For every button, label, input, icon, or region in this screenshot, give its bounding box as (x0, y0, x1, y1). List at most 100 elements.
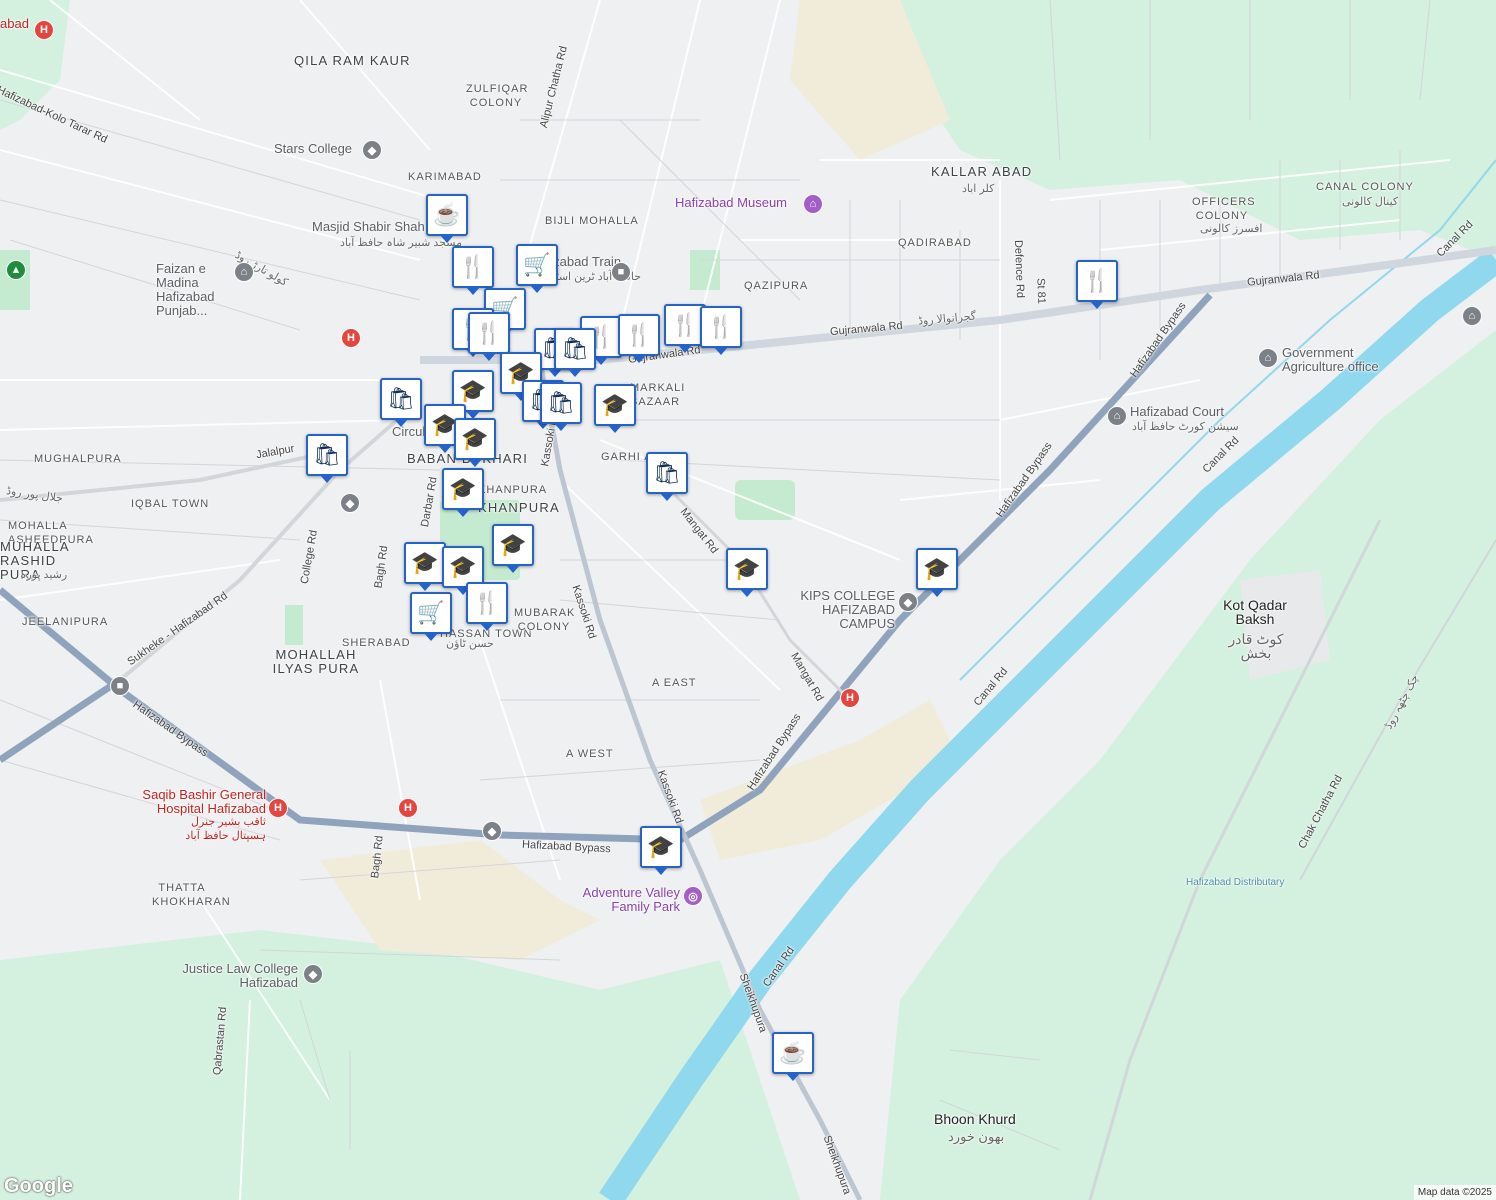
school-icon: 🎓 (601, 392, 629, 417)
grocery-icon: 🛒 (417, 600, 445, 625)
poi-faizan-e-madina[interactable]: Faizan e Madina Hafizabad Punjab... (156, 262, 246, 318)
school-icon: 🎓 (449, 476, 477, 501)
area-mughalpura: MUGHALPURA (34, 453, 122, 465)
restaurant-pin-8[interactable]: 🍴 (466, 582, 508, 631)
area-karimabad: KARIMABAD (408, 171, 482, 183)
area-officers-colony-urdu: افسرز کالونی (1200, 223, 1263, 235)
train-dot-icon: ■ (611, 262, 631, 282)
school-icon: 🎓 (923, 556, 951, 581)
school-icon: 🎓 (733, 556, 761, 581)
shopping-pin-6[interactable]: 🛍 (306, 434, 348, 483)
poi-government-agriculture[interactable]: Government Agriculture office (1282, 346, 1402, 374)
shopping-pin-5[interactable]: 🛍 (540, 382, 582, 431)
school-pin-10[interactable]: 🎓 (726, 548, 768, 597)
school-dot-icon: ◆ (362, 140, 382, 160)
poi-saqib-bashir-hospital[interactable]: Saqib Bashir General Hospital Hafizabad (132, 788, 266, 816)
poi-court-urdu: سیشن کورٹ حافظ آباد (1132, 421, 1239, 433)
area-canal-colony-urdu: کینال کالونی (1342, 196, 1399, 208)
hospital-icon-4: H (840, 688, 860, 708)
hospital-icon-3: H (341, 328, 361, 348)
map-canvas[interactable]: QILA RAM KAUR ZULFIQAR COLONY KARIMABAD … (0, 0, 1496, 1200)
school-icon: 🎓 (411, 550, 439, 575)
area-a-east: A EAST (652, 677, 697, 689)
school-pin-4[interactable]: 🎓 (454, 418, 496, 467)
area-bijli-mohalla: BIJLI MOHALLA (545, 215, 639, 227)
restaurant-icon: 🍴 (473, 590, 501, 615)
shopping-bag-icon: 🛍 (387, 386, 415, 411)
area-canal-colony: CANAL COLONY (1316, 181, 1414, 193)
school-dot-icon-2: ◆ (340, 493, 360, 513)
water-hafizabad-distributary: Hafizabad Distributary (1186, 877, 1285, 888)
area-qadirabad: QADIRABAD (898, 237, 972, 249)
town-bhoon-khurd-urdu: بھون خورد (948, 1129, 1005, 1144)
coffee-icon: ☕ (779, 1040, 807, 1065)
hospital-icon-2: H (398, 798, 418, 818)
area-rashid-pura-urdu: رشید پورہ (20, 569, 68, 581)
area-khanpura: KHANPURA (478, 500, 560, 515)
restaurant-pin-9[interactable]: 🍴 (1076, 260, 1118, 309)
school-dot-icon-4: ◆ (303, 964, 323, 984)
restaurant-icon: 🍴 (459, 254, 487, 279)
hospital-icon: H (268, 798, 288, 818)
shopping-bag-icon: 🛍 (653, 460, 681, 485)
school-pin-7[interactable]: 🎓 (492, 524, 534, 573)
school-pin-12[interactable]: 🎓 (640, 826, 682, 875)
area-mohallah-ilyas-pura: MOHALLAH ILYAS PURA (272, 647, 360, 676)
map-attribution[interactable]: Map data ©2025 (1413, 1185, 1496, 1200)
restaurant-icon: 🍴 (671, 312, 699, 337)
poi-adventure-valley[interactable]: Adventure Valley Family Park (572, 886, 680, 914)
google-logo[interactable]: Google (4, 1175, 73, 1198)
bus-stop-icon: ■ (110, 676, 130, 696)
area-garhi-awan: GARHI A (601, 451, 653, 463)
coffee-pin[interactable]: ☕ (426, 194, 468, 243)
poi-kips-college[interactable]: KIPS COLLEGE HAFIZABAD CAMPUS (783, 589, 895, 631)
poi-hafizabad-court[interactable]: Hafizabad Court (1130, 405, 1224, 419)
area-kallar-abad-urdu: کلر اباد (962, 183, 995, 195)
landmark-dot-icon: ⌂ (234, 262, 254, 282)
area-circular: Circul (392, 424, 426, 439)
hospital-icon-5: H (34, 20, 54, 40)
town-kot-qadar-baksh: Kot Qadar Baksh (1223, 597, 1287, 627)
poi-hafizabad-museum[interactable]: Hafizabad Museum (675, 196, 787, 210)
school-pin-11[interactable]: 🎓 (916, 548, 958, 597)
government-dot-icon: ⌂ (1258, 348, 1278, 368)
shopping-bag-icon: 🛍 (313, 442, 341, 467)
area-jeelanipura: JEELANIPURA (22, 616, 109, 628)
school-pin-8[interactable]: 🎓 (404, 542, 446, 591)
shopping-bag-icon: 🛍 (561, 336, 589, 361)
school-pin-6[interactable]: 🎓 (442, 468, 484, 517)
grocery-pin-3[interactable]: 🛒 (410, 592, 452, 641)
road-st-81: St 81 (1034, 277, 1048, 305)
restaurant-pin-5[interactable]: 🍴 (618, 314, 660, 363)
area-kallar-abad: KALLAR ABAD (931, 164, 1033, 179)
poi-stars-college[interactable]: Stars College (274, 142, 352, 156)
area-khanpura-small: KHANPURA (478, 484, 548, 496)
area-a-west: A WEST (566, 748, 614, 760)
school-icon: 🎓 (459, 378, 487, 403)
poi-justice-law-college[interactable]: Justice Law College Hafizabad (182, 962, 298, 990)
town-bhoon-khurd: Bhoon Khurd (934, 1111, 1016, 1127)
poi-masjid-shabir-shah[interactable]: Masjid Shabir Shah (312, 220, 425, 234)
restaurant-pin-7[interactable]: 🍴 (700, 306, 742, 355)
school-icon: 🎓 (461, 426, 489, 451)
area-thatta-khokharan: THATTA KHOKHARAN (152, 882, 231, 908)
shopping-bag-icon: 🛍 (547, 390, 575, 415)
shopping-pin-3[interactable]: 🛍 (380, 378, 422, 427)
shopping-pin-7[interactable]: 🛍 (646, 452, 688, 501)
school-pin-5[interactable]: 🎓 (594, 384, 636, 433)
area-hassan-town-urdu: حسن ٹاؤن (446, 638, 494, 650)
restaurant-pin-3[interactable]: 🍴 (468, 312, 510, 361)
restaurant-icon: 🍴 (707, 314, 735, 339)
grocery-pin[interactable]: 🛒 (516, 244, 558, 293)
area-markali-bazaar: MARKALI BAZAAR (630, 382, 686, 408)
restaurant-pin[interactable]: 🍴 (452, 246, 494, 295)
museum-dot-icon: ⌂ (803, 194, 823, 214)
coffee-pin-2[interactable]: ☕ (772, 1032, 814, 1081)
building-dot-icon: ⌂ (1462, 306, 1482, 326)
poi-hafizabad-top[interactable]: abad (0, 17, 29, 31)
restaurant-icon: 🍴 (475, 320, 503, 345)
area-mubarak-colony: MUBARAK COLONY (514, 607, 576, 633)
restaurant-icon: 🍴 (1083, 268, 1111, 293)
shopping-pin-2[interactable]: 🛍 (554, 328, 596, 377)
school-dot-icon-3: ◆ (482, 821, 502, 841)
